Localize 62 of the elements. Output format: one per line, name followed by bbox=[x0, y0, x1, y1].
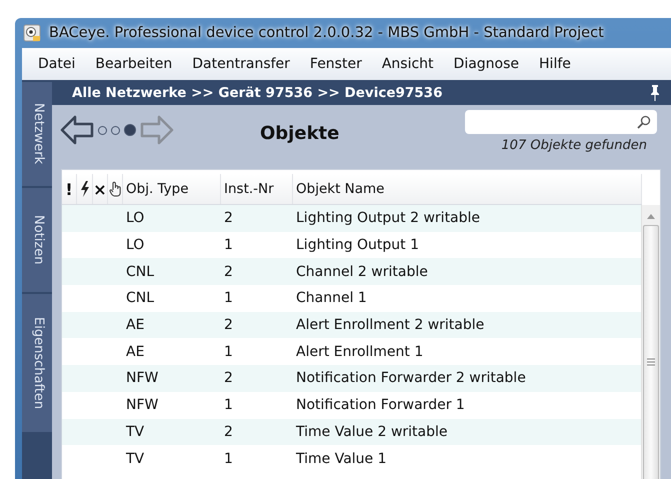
table-cell-text: Lighting Output 2 writable bbox=[295, 209, 482, 228]
table-cell-text: AE bbox=[125, 316, 146, 336]
table-cell-text: AE bbox=[125, 342, 146, 362]
side-tab[interactable]: Notizen bbox=[22, 188, 52, 292]
table-cell-text: Notification Forwarder 2 writable bbox=[295, 369, 527, 388]
search-field[interactable] bbox=[465, 110, 657, 134]
table-cell-text: CNL bbox=[125, 289, 156, 308]
column-header[interactable]: Objekt Name bbox=[293, 174, 642, 204]
table-cell-text: 2 bbox=[223, 316, 234, 336]
menu-item[interactable]: Hilfe bbox=[529, 56, 581, 72]
table-cell-text: Time Value 1 bbox=[295, 450, 388, 469]
table-cell-text: LO bbox=[125, 209, 146, 228]
page-dot[interactable] bbox=[111, 126, 120, 134]
scrollbar[interactable] bbox=[641, 205, 660, 479]
column-header[interactable]: Inst.-Nr bbox=[221, 174, 293, 204]
app-icon bbox=[23, 24, 41, 42]
table-cell-text: NFW bbox=[125, 369, 160, 388]
page-dot[interactable] bbox=[98, 126, 107, 134]
table-cell-text: 2 bbox=[223, 209, 234, 228]
table-cell-text: TV bbox=[125, 450, 146, 469]
table-cell-text: 1 bbox=[223, 342, 234, 362]
result-count: 107 Objekte gefunden bbox=[501, 138, 647, 153]
hand-icon[interactable] bbox=[108, 181, 122, 197]
table-cell-text: 2 bbox=[223, 369, 234, 388]
table-cell-text: LO bbox=[125, 236, 146, 256]
side-tab[interactable]: Netzwerk bbox=[22, 82, 52, 186]
table-cell-text: Alert Enrollment 2 writable bbox=[295, 316, 486, 336]
menu-item[interactable]: Diagnose bbox=[444, 56, 530, 72]
column-header[interactable]: ! bbox=[62, 174, 77, 204]
table-cell-text: CNL bbox=[125, 262, 156, 282]
pin-icon[interactable] bbox=[649, 84, 661, 100]
search-icon[interactable] bbox=[637, 115, 651, 129]
section-heading: Objekte bbox=[260, 123, 340, 144]
table-cell-text: Channel 2 writable bbox=[295, 262, 429, 282]
back-arrow-icon[interactable] bbox=[60, 113, 94, 147]
window-title: BACeye. Professional device control 2.0.0.32 - MBS GmbH - Standard Project bbox=[49, 25, 604, 41]
scroll-up-icon[interactable] bbox=[647, 213, 655, 219]
table-cell-text: Time Value 2 writable bbox=[295, 422, 449, 442]
menu-item[interactable]: Datei bbox=[28, 56, 86, 72]
table-cell-text: 1 bbox=[223, 289, 234, 308]
breadcrumb: Alle Netzwerke >> Gerät 97536 >> Device97536 bbox=[72, 84, 442, 100]
column-header[interactable]: Obj. Type bbox=[123, 174, 221, 204]
table-cell-text: Notification Forwarder 1 bbox=[295, 396, 466, 416]
side-tab[interactable]: Eigenschaften bbox=[22, 294, 52, 432]
lightning-icon[interactable] bbox=[80, 181, 90, 197]
table-cell-text: NFW bbox=[125, 396, 160, 416]
table-cell-text: Channel 1 bbox=[295, 289, 368, 308]
table-cell-text: 2 bbox=[223, 422, 234, 442]
table-cell-text: TV bbox=[125, 422, 146, 442]
menu-item[interactable]: Fenster bbox=[300, 56, 372, 72]
column-header[interactable]: × bbox=[93, 174, 108, 204]
table-cell-text: 2 bbox=[223, 262, 234, 282]
table-cell-text: Lighting Output 1 bbox=[295, 236, 420, 256]
table-cell-text: 1 bbox=[223, 450, 234, 469]
table-cell-text: 1 bbox=[223, 236, 234, 256]
page-dot[interactable] bbox=[124, 124, 136, 136]
menu-item[interactable]: Datentransfer bbox=[182, 56, 300, 72]
table-cell-text: Alert Enrollment 1 bbox=[295, 342, 424, 362]
table-cell-text: 1 bbox=[223, 396, 234, 416]
menu-item[interactable]: Ansicht bbox=[372, 56, 444, 72]
grip-icon[interactable] bbox=[647, 358, 655, 366]
menu-item[interactable]: Bearbeiten bbox=[85, 56, 182, 72]
